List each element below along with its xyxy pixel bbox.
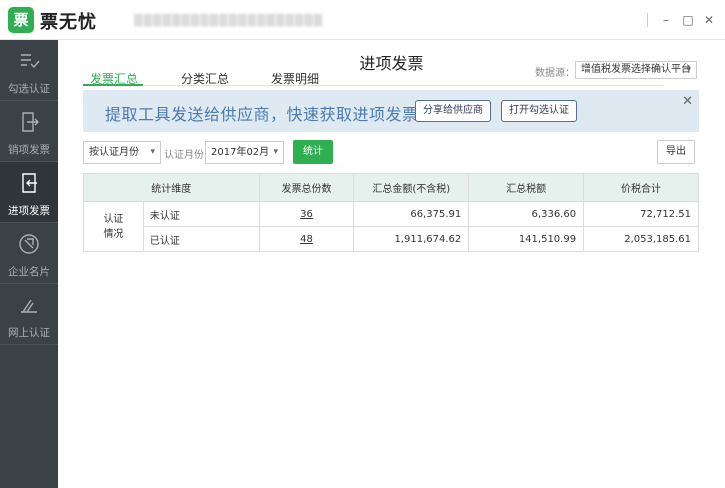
online-cert-icon — [21, 299, 37, 313]
app-name: 票无忧 — [40, 12, 97, 33]
sidebar-item-label: 勾选认证 — [8, 83, 50, 95]
row-total: 2,053,185.61 — [583, 226, 699, 252]
chevron-down-icon: ▾ — [273, 147, 278, 157]
banner-close-icon[interactable]: ✕ — [682, 94, 693, 109]
header-amount: 汇总金额(不含税) — [353, 173, 470, 202]
table-row: 已认证 48 1,911,674.62 141,510.99 2,053,185… — [84, 226, 699, 252]
header-dimension: 统计维度 — [83, 173, 260, 202]
sidebar-item-label: 网上认证 — [8, 327, 50, 339]
month-select[interactable]: 2017年02月 ▾ — [205, 141, 284, 164]
tab-invoice-detail[interactable]: 发票明细 — [271, 70, 319, 87]
sidebar-item-company-card[interactable]: 企业名片 — [0, 223, 58, 284]
header-count: 发票总份数 — [258, 173, 355, 202]
sidebar-item-sales-invoice[interactable]: 销项发票 — [0, 101, 58, 162]
count-link[interactable]: 36 — [300, 209, 313, 220]
table-row: 认证情况 未认证 36 66,375.91 6,336.60 72,712.51 — [83, 201, 699, 252]
table-header-row: 统计维度 发票总份数 汇总金额(不含税) 汇总税额 价税合计 — [83, 173, 699, 202]
row-total: 72,712.51 — [583, 201, 699, 227]
tab-invoice-summary[interactable]: 发票汇总 — [90, 70, 138, 87]
row-amount: 1,911,674.62 — [353, 226, 470, 252]
header-tax: 汇总税额 — [468, 173, 585, 202]
row-count-cell: 48 — [258, 226, 355, 252]
sidebar-item-purchase-invoice[interactable]: 进项发票 — [0, 162, 58, 223]
sidebar: 勾选认证 销项发票 进项发票 企业名片 网上认证 — [0, 40, 58, 488]
month-select-value: 2017年02月 — [211, 147, 270, 158]
tabs-underline — [83, 85, 663, 86]
row-count-cell: 36 — [258, 201, 355, 227]
company-name: ▒▒▒▒▒▒▒▒▒▒▒▒▒▒▒▒▒▒▒▒ — [134, 14, 324, 27]
title-bar: 票 票无忧 ▒▒▒▒▒▒▒▒▒▒▒▒▒▒▒▒▒▒▒▒ – □ ✕ — [0, 0, 725, 40]
sidebar-item-online-cert[interactable]: 网上认证 — [0, 284, 58, 345]
open-check-cert-button[interactable]: 打开勾选认证 — [501, 100, 577, 122]
chevron-down-icon: ▾ — [686, 65, 691, 75]
data-source-label: 数据源： — [535, 68, 575, 79]
data-source-value: 增值税发票选择确认平台 — [581, 64, 691, 75]
title-separator — [647, 13, 648, 27]
row-tax: 6,336.60 — [468, 201, 585, 227]
sidebar-item-label: 企业名片 — [8, 266, 50, 278]
row-dimension: 已认证 — [142, 226, 260, 252]
chevron-down-icon: ▾ — [150, 147, 155, 157]
sidebar-item-label: 进项发票 — [8, 205, 50, 217]
summary-table: 统计维度 发票总份数 汇总金额(不含税) 汇总税额 价税合计 认证情况 未认证 … — [83, 173, 699, 252]
card-icon — [19, 234, 39, 254]
minimize-button[interactable]: – — [658, 12, 674, 28]
export-doc-icon — [22, 112, 39, 132]
maximize-button[interactable]: □ — [680, 12, 696, 28]
group-label: 认证情况 — [83, 201, 144, 252]
header-total: 价税合计 — [583, 173, 699, 202]
data-source-select[interactable]: 增值税发票选择确认平台 ▾ — [575, 61, 697, 79]
sidebar-item-label: 销项发票 — [8, 144, 50, 156]
export-button[interactable]: 导出 — [657, 140, 695, 164]
app-logo: 票 — [8, 7, 34, 33]
mode-select-value: 按认证月份 — [89, 147, 139, 158]
tab-category-summary[interactable]: 分类汇总 — [181, 70, 229, 87]
close-button[interactable]: ✕ — [701, 12, 717, 28]
count-link[interactable]: 48 — [300, 234, 313, 245]
banner-text: 提取工具发送给供应商，快速获取进项发票 — [105, 105, 419, 124]
cert-month-label: 认证月份 — [164, 150, 204, 161]
row-amount: 66,375.91 — [353, 201, 470, 227]
mode-select[interactable]: 按认证月份 ▾ — [83, 141, 161, 164]
import-doc-icon — [22, 173, 37, 193]
promo-banner: 提取工具发送给供应商，快速获取进项发票 分享给供应商 打开勾选认证 ✕ — [83, 90, 699, 132]
statistics-button[interactable]: 统计 — [293, 140, 333, 164]
row-tax: 141,510.99 — [468, 226, 585, 252]
share-to-supplier-button[interactable]: 分享给供应商 — [415, 100, 491, 122]
row-dimension: 未认证 — [142, 201, 260, 227]
